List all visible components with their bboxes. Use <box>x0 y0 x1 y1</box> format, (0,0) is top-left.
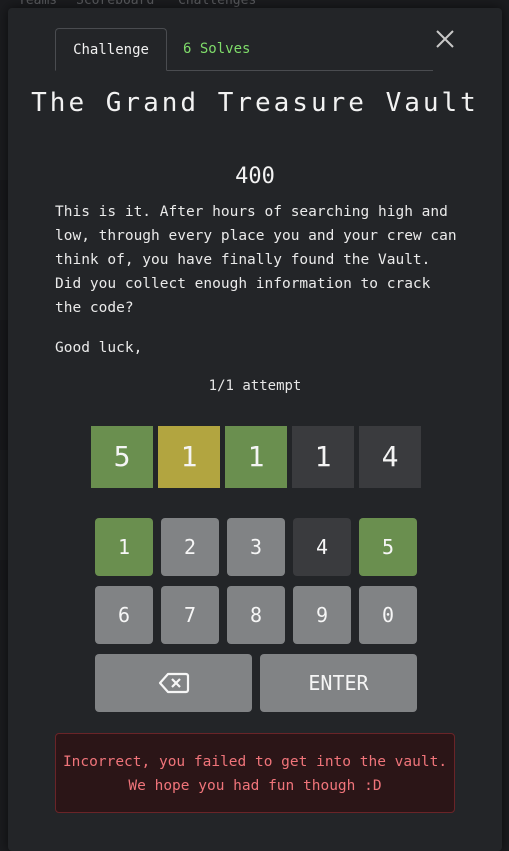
attempt-counter: 1/1 attempt <box>208 378 302 394</box>
enter-button[interactable]: ENTER <box>260 654 417 712</box>
close-button[interactable] <box>432 26 458 52</box>
key-7[interactable]: 7 <box>161 586 219 644</box>
backspace-button[interactable] <box>95 654 252 712</box>
challenge-value: 400 <box>235 164 275 189</box>
tab-solves[interactable]: 6 Solves <box>183 28 250 70</box>
guess-tile: 5 <box>91 426 153 488</box>
tab-bar: Challenge 6 Solves <box>55 28 433 71</box>
guess-tile: 1 <box>225 426 287 488</box>
key-5[interactable]: 5 <box>359 518 417 576</box>
result-message: Incorrect, you failed to get into the va… <box>55 733 455 813</box>
challenge-modal: Challenge 6 Solves The Grand Treasure Va… <box>8 8 502 851</box>
challenge-title: The Grand Treasure Vault <box>31 88 479 118</box>
key-9[interactable]: 9 <box>293 586 351 644</box>
key-2[interactable]: 2 <box>161 518 219 576</box>
guess-tile: 1 <box>292 426 354 488</box>
guess-tile: 1 <box>158 426 220 488</box>
key-6[interactable]: 6 <box>95 586 153 644</box>
key-4[interactable]: 4 <box>293 518 351 576</box>
close-icon <box>436 30 454 48</box>
tab-challenge[interactable]: Challenge <box>55 28 167 71</box>
backspace-icon <box>158 672 189 693</box>
challenge-description: This is it. After hours of searching hig… <box>55 204 457 316</box>
key-0[interactable]: 0 <box>359 586 417 644</box>
guess-tile: 4 <box>359 426 421 488</box>
key-3[interactable]: 3 <box>227 518 285 576</box>
challenge-note: Good luck, <box>55 340 143 356</box>
key-8[interactable]: 8 <box>227 586 285 644</box>
key-1[interactable]: 1 <box>95 518 153 576</box>
